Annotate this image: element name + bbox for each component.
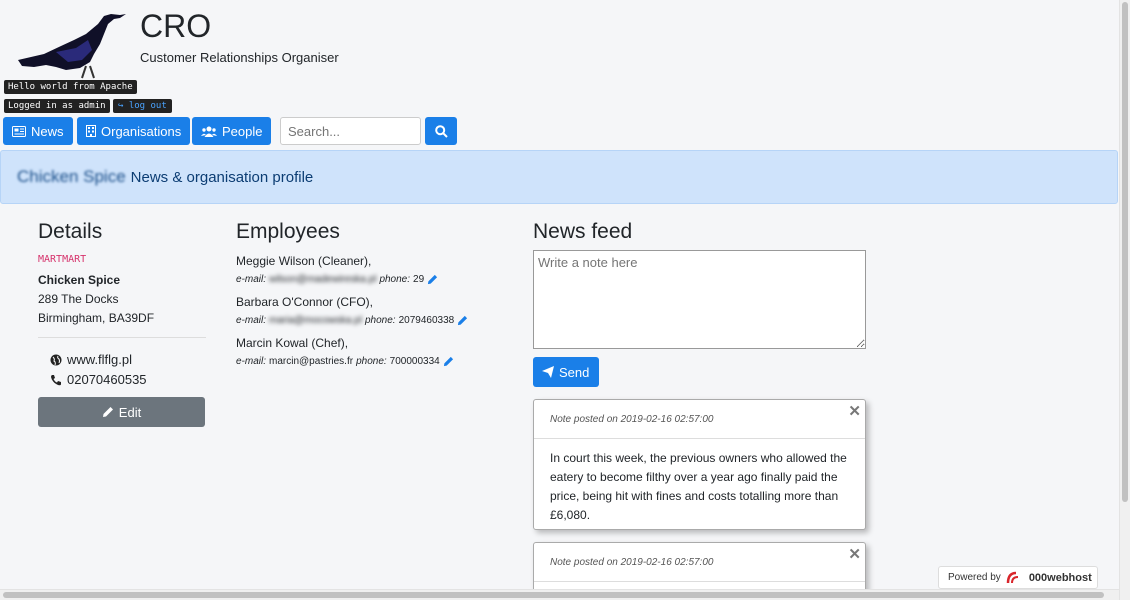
phone-label: phone: bbox=[379, 274, 411, 285]
vertical-scrollbar-thumb[interactable] bbox=[1122, 2, 1128, 502]
app-title: CRO bbox=[140, 8, 212, 44]
nav-organisations-button[interactable]: Organisations bbox=[77, 117, 191, 145]
building-icon bbox=[86, 125, 96, 137]
login-status-badge: Logged in as admin bbox=[4, 99, 110, 113]
employees-heading: Employees bbox=[236, 220, 340, 243]
edit-button[interactable]: Edit bbox=[38, 397, 205, 427]
globe-icon bbox=[50, 354, 62, 366]
search-icon bbox=[434, 124, 448, 138]
crow-logo bbox=[18, 14, 126, 79]
employee-contact: e-mail: marcin@pastries.fr phone: 700000… bbox=[236, 354, 516, 369]
employee-contact: e-mail: wilson@madewireska.pl phone: 29 bbox=[236, 272, 516, 287]
note-textarea[interactable] bbox=[533, 250, 866, 349]
newspaper-icon bbox=[12, 125, 26, 137]
send-button-label: Send bbox=[559, 364, 590, 380]
employee-contact: e-mail: maria@mocowska.pl phone: 2079460… bbox=[236, 313, 516, 328]
logout-icon: ↪ bbox=[118, 101, 124, 111]
note-timestamp: Note posted on 2019-02-16 02:57:00 bbox=[550, 556, 714, 568]
search-input[interactable] bbox=[280, 117, 421, 145]
edit-employee-icon[interactable] bbox=[457, 315, 468, 326]
horizontal-scrollbar-thumb[interactable] bbox=[3, 592, 1104, 598]
email-label: e-mail: bbox=[236, 315, 267, 326]
org-phone-text: 02070460535 bbox=[67, 372, 147, 387]
employee-email: maria@mocowska.pl bbox=[269, 315, 362, 326]
paper-plane-icon bbox=[542, 366, 554, 378]
nav-organisations-label: Organisations bbox=[101, 123, 182, 139]
note-body: In court this week, the previous owners … bbox=[550, 451, 847, 522]
org-phone: 02070460535 bbox=[38, 370, 206, 390]
employee-email: marcin@pastries.fr bbox=[269, 356, 354, 367]
note-timestamp: Note posted on 2019-02-16 02:57:00 bbox=[550, 413, 714, 425]
phone-icon bbox=[51, 375, 61, 386]
details-heading: Details bbox=[38, 220, 103, 243]
app-subtitle: Customer Relationships Organiser bbox=[140, 50, 339, 65]
server-hello-badge: Hello world from Apache bbox=[4, 80, 137, 94]
logout-label: log out bbox=[128, 101, 167, 111]
org-website[interactable]: www.flflg.pl bbox=[38, 350, 206, 370]
powered-by-label: Powered by bbox=[948, 572, 1001, 583]
employee-phone: 700000334 bbox=[389, 356, 440, 367]
nav-people-button[interactable]: People bbox=[192, 117, 272, 145]
search-button[interactable] bbox=[425, 117, 457, 145]
phone-label: phone: bbox=[364, 315, 396, 326]
horizontal-scrollbar[interactable] bbox=[0, 589, 1119, 600]
logout-link[interactable]: ↪ log out bbox=[113, 99, 172, 113]
phone-label: phone: bbox=[356, 356, 387, 367]
banner-subtitle: News & organisation profile bbox=[130, 168, 314, 186]
org-tag: MARTMART bbox=[38, 254, 87, 265]
banner-org-name: Chicken Spice bbox=[17, 167, 126, 186]
org-name: Chicken Spice bbox=[38, 273, 121, 287]
employees-panel: Employees Meggie Wilson (Cleaner), e-mai… bbox=[236, 220, 516, 376]
vertical-scrollbar[interactable] bbox=[1119, 0, 1130, 600]
send-button[interactable]: Send bbox=[533, 357, 599, 387]
nav-people-label: People bbox=[222, 123, 263, 139]
users-icon bbox=[201, 126, 217, 137]
email-label: e-mail: bbox=[236, 274, 267, 285]
webhost-name: 000webhost bbox=[1028, 571, 1092, 584]
webhost-logo-icon bbox=[1006, 571, 1018, 583]
pencil-icon bbox=[102, 407, 113, 417]
employee-email: wilson@madewireska.pl bbox=[269, 274, 377, 285]
edit-button-label: Edit bbox=[118, 404, 142, 420]
employee-name: Meggie Wilson (Cleaner), bbox=[236, 254, 372, 268]
close-icon[interactable]: ✕ bbox=[848, 545, 861, 563]
details-divider bbox=[38, 337, 206, 338]
close-icon[interactable]: ✕ bbox=[848, 402, 861, 420]
edit-employee-icon[interactable] bbox=[443, 356, 454, 367]
email-label: e-mail: bbox=[236, 356, 267, 367]
employee-phone: 2079460338 bbox=[398, 315, 455, 326]
employee-item: Barbara O'Connor (CFO), e-mail: maria@mo… bbox=[236, 294, 516, 328]
org-website-text: www.flflg.pl bbox=[67, 352, 133, 367]
details-panel: Details MARTMART Chicken Spice 289 The D… bbox=[38, 220, 206, 427]
org-city: Birmingham, BA39DF bbox=[38, 311, 155, 325]
employee-phone: 29 bbox=[413, 274, 425, 285]
org-banner: Chicken Spice News & organisation profil… bbox=[0, 150, 1118, 204]
note-card: Note posted on 2019-02-16 02:57:00 ✕ In … bbox=[533, 399, 866, 530]
employee-name: Barbara O'Connor (CFO), bbox=[236, 295, 373, 309]
newsfeed-panel: News feed Send bbox=[533, 220, 867, 387]
org-address: Chicken Spice 289 The Docks Birmingham, … bbox=[38, 271, 206, 328]
employee-name: Marcin Kowal (Chef), bbox=[236, 336, 349, 350]
edit-employee-icon[interactable] bbox=[427, 274, 438, 285]
org-street: 289 The Docks bbox=[38, 292, 119, 306]
newsfeed-heading: News feed bbox=[533, 220, 633, 243]
nav-news-label: News bbox=[31, 123, 64, 139]
note-header: Note posted on 2019-02-16 02:57:00 ✕ bbox=[534, 543, 865, 582]
employee-item: Marcin Kowal (Chef), e-mail: marcin@past… bbox=[236, 335, 516, 369]
employee-item: Meggie Wilson (Cleaner), e-mail: wilson@… bbox=[236, 253, 516, 287]
note-header: Note posted on 2019-02-16 02:57:00 ✕ bbox=[534, 400, 865, 439]
nav-news-button[interactable]: News bbox=[3, 117, 73, 145]
powered-by-badge[interactable]: Powered by 000webhost bbox=[938, 566, 1098, 589]
